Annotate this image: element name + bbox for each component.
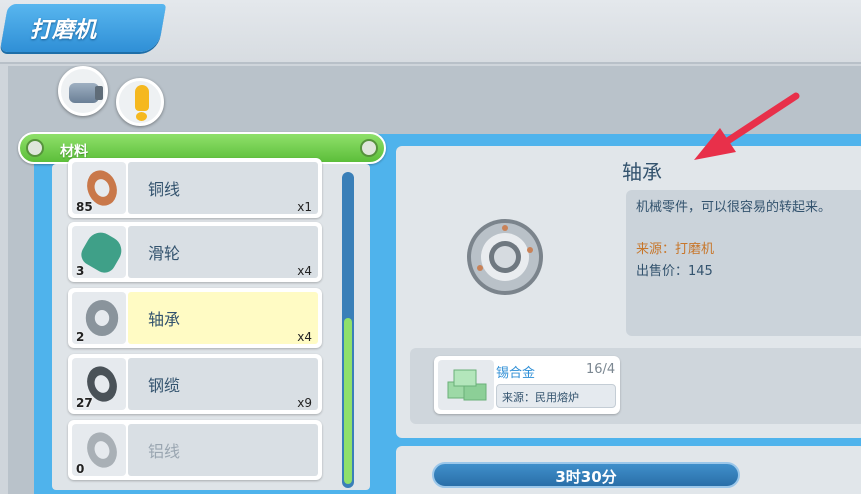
list-item-bearing[interactable]: 2 轴承 x4: [68, 288, 322, 348]
list-item-aluminum-wire[interactable]: 0 铝线: [68, 420, 322, 480]
item-count: 3: [76, 264, 85, 278]
page-title: 打磨机: [30, 18, 97, 43]
red-arrow-icon: [694, 92, 800, 160]
list-item-pulley[interactable]: 3 滑轮 x4: [68, 222, 322, 282]
detail-title: 轴承: [622, 160, 662, 184]
item-name: 铝线: [148, 442, 181, 461]
left-knob-icon: [26, 139, 44, 157]
item-qty: x1: [297, 200, 312, 214]
exclamation-icon[interactable]: [116, 78, 164, 126]
item-qty: x9: [297, 396, 312, 410]
item-price: 出售价：145: [636, 264, 713, 279]
scrollbar-thumb[interactable]: [344, 318, 352, 484]
item-count: 27: [76, 396, 93, 410]
item-name: 铜线: [148, 180, 181, 199]
item-name: 滑轮: [148, 244, 181, 263]
requirement-source: 来源：民用熔炉: [502, 391, 579, 404]
timer-label: 3时30分: [555, 468, 617, 486]
item-source: 来源：打磨机: [636, 242, 715, 257]
requirement-name: 锡合金: [496, 366, 536, 381]
item-qty: x4: [297, 330, 312, 344]
bearing-large-icon: [467, 219, 543, 295]
item-qty: x4: [297, 264, 312, 278]
list-item-steel-cable[interactable]: 27 钢缆 x9: [68, 354, 322, 414]
item-description: 机械零件，可以很容易的转起来。: [636, 200, 832, 215]
tin-alloy-icon: [438, 360, 494, 410]
item-name: 轴承: [148, 310, 181, 329]
item-count: 0: [76, 462, 85, 476]
item-name: 钢缆: [148, 376, 181, 395]
grinder-machine-icon[interactable]: [58, 66, 108, 116]
right-knob-icon: [360, 139, 378, 157]
craft-timer-button[interactable]: 3时30分: [432, 462, 740, 488]
item-count: 85: [76, 200, 93, 214]
requirement-count: 16/4: [586, 362, 616, 377]
list-item-copper-wire[interactable]: 85 铜线 x1: [68, 158, 322, 218]
material-list: 85 铜线 x1 3 滑轮 x4 2 轴承 x4 27 钢缆 x9 0 铝线: [52, 158, 370, 490]
item-count: 2: [76, 330, 85, 344]
